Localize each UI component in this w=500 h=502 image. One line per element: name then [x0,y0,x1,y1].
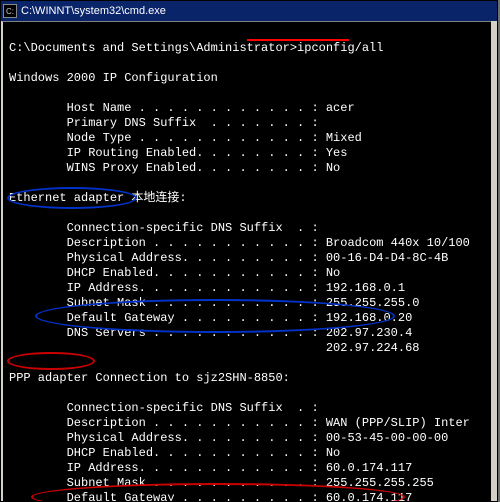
eth-ip-value: 192.168.0.1 [326,281,405,295]
window-title: C:\WINNT\system32\cmd.exe [21,5,495,17]
eth-heading-suffix: 本地连接: [131,191,186,205]
cmd-window: C: C:\WINNT\system32\cmd.exe C:\Document… [0,0,498,502]
eth-dns-label: DNS Servers . . . . . . . . . . . : [67,326,319,340]
config-header: Windows 2000 IP Configuration [9,71,218,85]
eth-conn-suffix-label: Connection-specific DNS Suffix . : [67,221,319,235]
eth-gw-value: 192.168.0.20 [326,311,412,325]
host-name-label: Host Name . . . . . . . . . . . . : [67,101,319,115]
titlebar[interactable]: C: C:\WINNT\system32\cmd.exe [1,1,497,21]
eth-description-label: Description . . . . . . . . . . . : [67,236,319,250]
host-name-value: acer [326,101,355,115]
ppp-gw-label: Default Gateway . . . . . . . . . : [67,491,319,501]
ppp-dhcp-label: DHCP Enabled. . . . . . . . . . . : [67,446,319,460]
prompt-command: ipconfig/all [297,41,383,55]
ip-routing-label: IP Routing Enabled. . . . . . . . : [67,146,319,160]
ppp-description-label: Description . . . . . . . . . . . : [67,416,319,430]
ip-routing-value: Yes [326,146,348,160]
console-output[interactable]: C:\Documents and Settings\Administrator>… [1,21,497,501]
prompt-path: C:\Documents and Settings\Administrator> [9,41,297,55]
eth-dns1-value: 202.97.230.4 [326,326,412,340]
eth-mask-label: Subnet Mask . . . . . . . . . . . : [67,296,319,310]
node-type-value: Mixed [326,131,362,145]
eth-phys-value: 00-16-D4-D4-8C-4B [326,251,448,265]
wins-proxy-value: No [326,161,340,175]
wins-proxy-label: WINS Proxy Enabled. . . . . . . . : [67,161,319,175]
eth-phys-label: Physical Address. . . . . . . . . : [67,251,319,265]
ppp-heading-prefix: PPP adapter [9,371,88,385]
cmd-icon: C: [3,4,17,18]
ppp-phys-value: 00-53-45-00-00-00 [326,431,448,445]
ppp-mask-value: 255.255.255.255 [326,476,434,490]
scrollbar[interactable] [491,21,497,501]
primary-dns-suffix-label: Primary DNS Suffix . . . . . . . : [67,116,319,130]
ppp-dhcp-value: No [326,446,340,460]
eth-dhcp-value: No [326,266,340,280]
eth-description-value: Broadcom 440x 10/100 [326,236,470,250]
annotation-underline-red [247,39,349,41]
eth-heading-prefix: Ethernet adapter [9,191,124,205]
ppp-description-value: WAN (PPP/SLIP) Inter [326,416,470,430]
ppp-phys-label: Physical Address. . . . . . . . . : [67,431,319,445]
ppp-heading-suffix: Connection to sjz2SHN-8850: [95,371,289,385]
eth-gw-label: Default Gateway . . . . . . . . . : [67,311,319,325]
eth-dhcp-label: DHCP Enabled. . . . . . . . . . . : [67,266,319,280]
node-type-label: Node Type . . . . . . . . . . . . : [67,131,319,145]
ppp-ip-value: 60.0.174.117 [326,461,412,475]
ppp-conn-suffix-label: Connection-specific DNS Suffix . : [67,401,319,415]
ppp-ip-label: IP Address. . . . . . . . . . . . : [67,461,319,475]
ppp-mask-label: Subnet Mask . . . . . . . . . . . : [67,476,319,490]
annotation-ellipse-red-1 [7,352,95,370]
eth-dns2-value: 202.97.224.68 [326,341,420,355]
ppp-gw-value: 60.0.174.117 [326,491,412,501]
eth-mask-value: 255.255.255.0 [326,296,420,310]
eth-ip-label: IP Address. . . . . . . . . . . . : [67,281,319,295]
